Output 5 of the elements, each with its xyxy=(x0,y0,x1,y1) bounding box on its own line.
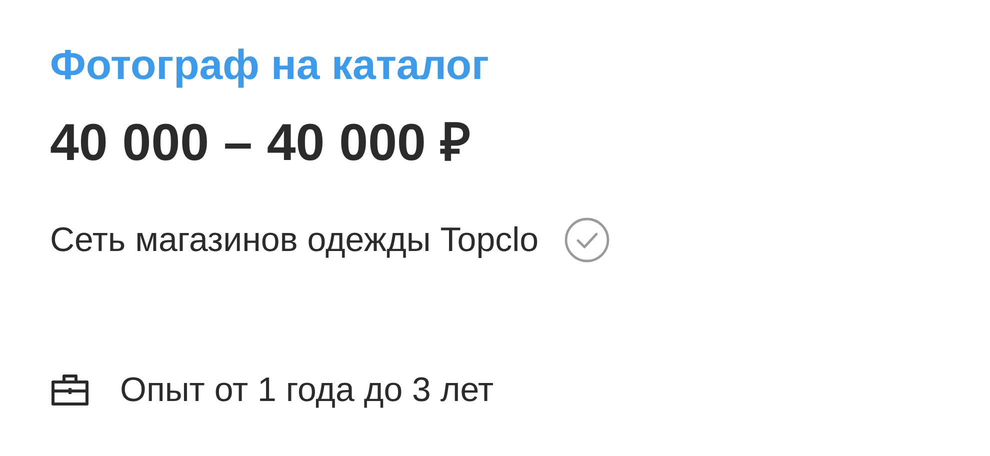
experience-text: Опыт от 1 года до 3 лет xyxy=(120,370,494,411)
briefcase-icon xyxy=(50,373,90,407)
company-name: Сеть магазинов одежды Topclo xyxy=(50,220,539,261)
salary-range: 40 000 – 40 000 ₽ xyxy=(50,113,470,174)
vacancy-title-link[interactable]: Фотограф на каталог xyxy=(50,38,490,92)
